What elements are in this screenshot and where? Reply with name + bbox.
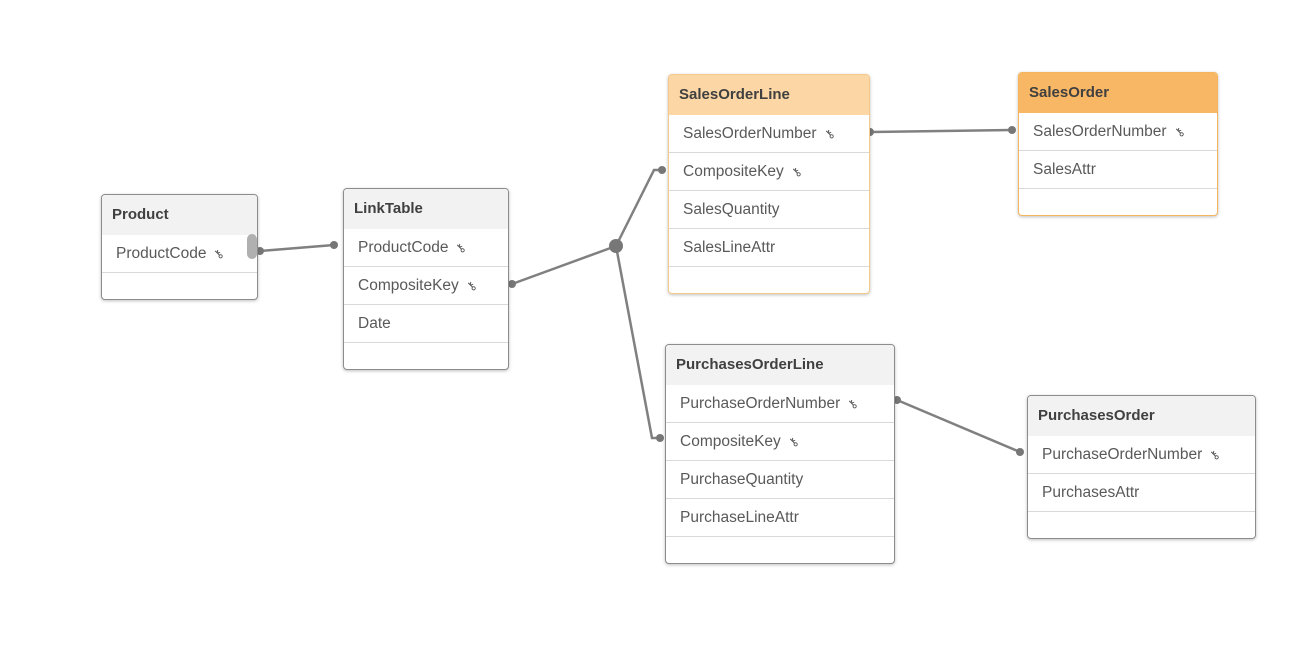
field-label: SalesOrderNumber [1033, 123, 1167, 140]
link-endpoint [508, 280, 516, 288]
field-row[interactable]: CompositeKey ⚷ [344, 267, 508, 305]
field-row[interactable]: PurchaseQuantity [666, 461, 894, 499]
field-row[interactable]: SalesOrderNumber ⚷ [1019, 113, 1217, 151]
scroll-handle[interactable] [247, 234, 257, 259]
field-label: Date [358, 315, 391, 332]
link-endpoint [1008, 126, 1016, 134]
field-row[interactable]: ProductCode ⚷ [102, 235, 257, 273]
table-linktable[interactable]: LinkTable ProductCode ⚷ CompositeKey ⚷ Date [343, 188, 509, 370]
field-label: CompositeKey [680, 433, 781, 450]
key-icon: ⚷ [210, 245, 227, 263]
link-purchasesorderline-purchasesorder [896, 398, 1021, 454]
field-row[interactable]: SalesLineAttr [669, 229, 869, 267]
field-row[interactable]: PurchaseLineAttr [666, 499, 894, 537]
field-label: PurchaseOrderNumber [680, 395, 841, 412]
key-icon: ⚷ [785, 433, 802, 451]
field-row[interactable]: PurchasesAttr [1028, 474, 1255, 512]
field-label: SalesAttr [1033, 161, 1096, 178]
key-icon: ⚷ [452, 239, 469, 257]
key-icon: ⚷ [820, 125, 837, 143]
link-junction-purchasesorderline [614, 245, 660, 440]
field-label: PurchaseQuantity [680, 471, 804, 488]
table-salesorder[interactable]: SalesOrder SalesOrderNumber ⚷ SalesAttr [1018, 72, 1218, 216]
field-label: ProductCode [116, 245, 207, 262]
field-row[interactable]: PurchaseOrderNumber ⚷ [1028, 436, 1255, 474]
field-label: PurchaseOrderNumber [1042, 446, 1203, 463]
table-salesorderline[interactable]: SalesOrderLine SalesOrderNumber ⚷ Composite… [668, 74, 870, 294]
table-header[interactable]: PurchasesOrderLine [666, 345, 894, 385]
link-salesorderline-salesorder [869, 128, 1013, 134]
key-icon: ⚷ [844, 395, 861, 413]
link-endpoint [658, 166, 666, 174]
field-label: PurchasesAttr [1042, 484, 1140, 501]
field-label: ProductCode [358, 239, 449, 256]
link-endpoint [330, 241, 338, 249]
table-header[interactable]: SalesOrder [1019, 73, 1217, 113]
field-row[interactable]: CompositeKey ⚷ [666, 423, 894, 461]
key-icon: ⚷ [1206, 446, 1223, 464]
field-label: PurchaseLineAttr [680, 509, 799, 526]
key-icon: ⚷ [463, 277, 480, 295]
table-purchasesorderline[interactable]: PurchasesOrderLine PurchaseOrderNumber ⚷ Co… [665, 344, 895, 564]
table-header[interactable]: Product [102, 195, 257, 235]
field-label: SalesQuantity [683, 201, 780, 218]
table-product[interactable]: Product ProductCode ⚷ [101, 194, 258, 300]
link-junction [609, 239, 623, 253]
field-row[interactable]: Date [344, 305, 508, 343]
field-label: CompositeKey [358, 277, 459, 294]
field-row[interactable]: CompositeKey ⚷ [669, 153, 869, 191]
table-header[interactable]: PurchasesOrder [1028, 396, 1255, 436]
key-icon: ⚷ [1170, 123, 1187, 141]
link-endpoint [1016, 448, 1024, 456]
field-row[interactable]: SalesOrderNumber ⚷ [669, 115, 869, 153]
field-row[interactable]: SalesAttr [1019, 151, 1217, 189]
link-linktable-junction [511, 244, 617, 286]
table-purchasesorder[interactable]: PurchasesOrder PurchaseOrderNumber ⚷ Purcha… [1027, 395, 1256, 539]
table-header[interactable]: SalesOrderLine [669, 75, 869, 115]
field-row[interactable]: PurchaseOrderNumber ⚷ [666, 385, 894, 423]
link-junction-salesorderline [614, 168, 662, 247]
field-label: SalesOrderNumber [683, 125, 817, 142]
field-row[interactable]: SalesQuantity [669, 191, 869, 229]
field-row[interactable]: ProductCode ⚷ [344, 229, 508, 267]
field-label: SalesLineAttr [683, 239, 776, 256]
link-endpoint [656, 434, 664, 442]
table-header[interactable]: LinkTable [344, 189, 508, 229]
field-label: CompositeKey [683, 163, 784, 180]
link-product-linktable [259, 243, 335, 253]
key-icon: ⚷ [788, 163, 805, 181]
